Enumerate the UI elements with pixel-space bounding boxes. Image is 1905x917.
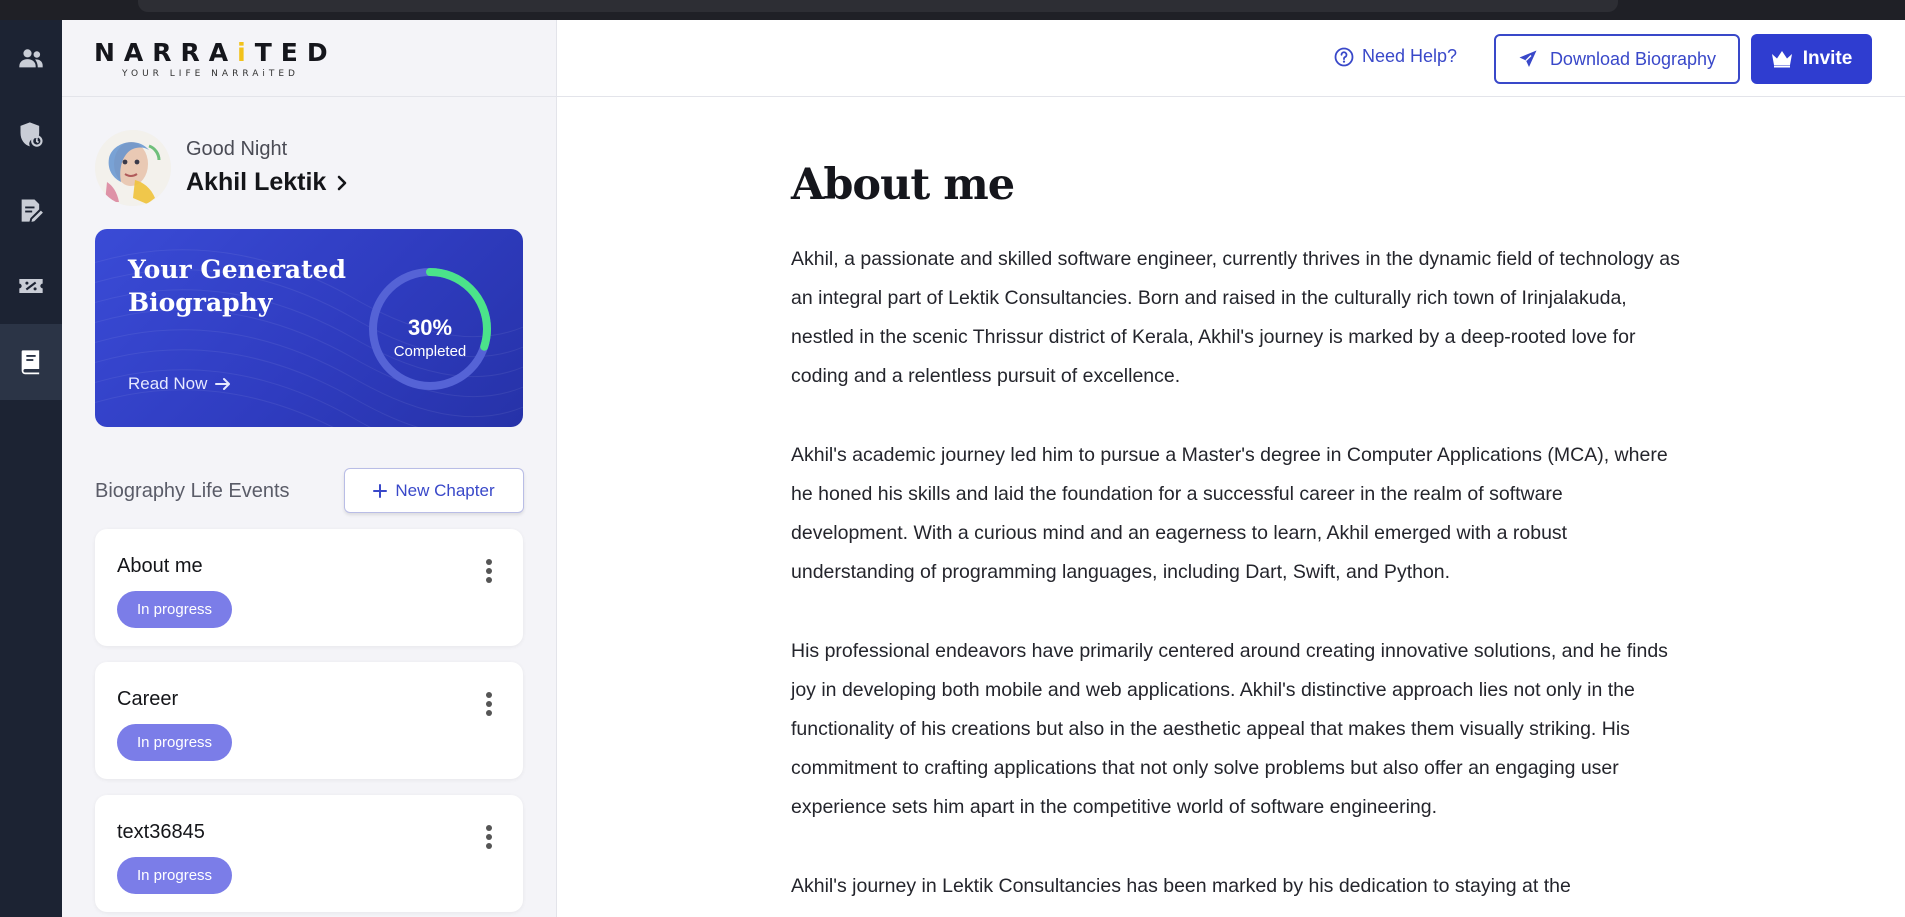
need-help-label: Need Help?	[1362, 46, 1458, 66]
progress-caption: Completed	[393, 343, 467, 360]
read-now-link[interactable]: Read Now	[128, 374, 231, 394]
brand-bar: NARRAiTED YOUR LIFE NARRAiTED	[62, 20, 557, 97]
more-options-icon[interactable]	[485, 692, 493, 718]
logo-text-suffix: TED	[254, 38, 337, 67]
biography-article: About me Akhil, a passionate and skilled…	[791, 160, 1681, 917]
sidebar: NARRAiTED YOUR LIFE NARRAiTED Good Night…	[62, 20, 557, 917]
life-event-title: About me	[117, 555, 203, 577]
logo-text-ai: i	[237, 38, 255, 67]
logo-tagline: YOUR LIFE NARRAiTED	[122, 69, 299, 79]
generated-biography-card[interactable]: Your Generated Biography Read Now 30% Co…	[95, 229, 523, 427]
logo[interactable]: NARRAiTED	[94, 38, 337, 67]
more-options-icon[interactable]	[485, 559, 493, 585]
book-icon	[21, 350, 40, 375]
top-bar: Need Help? Download Biography Invite	[557, 20, 1905, 97]
icon-rail	[0, 20, 62, 917]
arrow-right-icon	[215, 378, 231, 390]
rail-item-security[interactable]	[0, 96, 62, 172]
life-event-card[interactable]: About me In progress	[95, 529, 523, 646]
document-edit-icon	[21, 199, 43, 222]
profile-name-link[interactable]: Akhil Lektik	[186, 168, 348, 197]
article-paragraph: Akhil's journey in Lektik Consultancies …	[791, 875, 1571, 897]
new-chapter-label: New Chapter	[395, 480, 495, 500]
avatar-image	[95, 130, 171, 206]
need-help-link[interactable]: Need Help?	[1334, 46, 1457, 67]
life-event-title: text36845	[117, 821, 205, 843]
article-paragraph: Akhil, a passionate and skilled software…	[791, 248, 1680, 387]
invite-label: Invite	[1802, 48, 1853, 69]
status-badge: In progress	[117, 591, 233, 628]
article-paragraph: Akhil's academic journey led him to purs…	[791, 444, 1668, 583]
rail-item-documents[interactable]	[0, 172, 62, 248]
send-icon	[1519, 50, 1537, 67]
help-circle-icon	[1334, 47, 1354, 66]
chevron-right-icon	[338, 175, 347, 190]
discount-ticket-icon	[19, 279, 43, 293]
people-icon	[19, 49, 43, 68]
greeting-text: Good Night	[186, 138, 288, 160]
download-biography-button[interactable]: Download Biography	[1494, 34, 1740, 84]
status-badge: In progress	[117, 857, 233, 894]
more-options-icon[interactable]	[485, 825, 493, 851]
avatar[interactable]	[95, 130, 171, 206]
life-event-card[interactable]: Career In progress	[95, 662, 523, 779]
download-biography-label: Download Biography	[1549, 48, 1717, 69]
new-chapter-button[interactable]: New Chapter	[344, 468, 524, 513]
read-now-label: Read Now	[128, 374, 208, 393]
life-event-title: Career	[117, 688, 179, 710]
life-events-heading: Biography Life Events	[95, 480, 290, 502]
plus-icon	[373, 483, 388, 498]
progress-percent: 30%	[407, 315, 453, 340]
biography-card-title: Your Generated Biography	[128, 255, 347, 317]
rail-item-biography[interactable]	[0, 324, 62, 400]
browser-address-bar[interactable]	[138, 0, 1618, 12]
life-event-card[interactable]: text36845 In progress	[95, 795, 523, 912]
invite-button[interactable]: Invite	[1751, 34, 1872, 84]
logo-text-prefix: NARRA	[94, 38, 238, 67]
article-title: About me	[791, 160, 1015, 210]
article-paragraph: His professional endeavors have primaril…	[791, 640, 1668, 818]
status-badge: In progress	[117, 724, 233, 761]
rail-item-people[interactable]	[0, 20, 62, 96]
crown-icon	[1771, 51, 1792, 68]
shield-icon	[20, 122, 43, 147]
profile-name: Akhil Lektik	[186, 168, 327, 196]
rail-item-offers[interactable]	[0, 248, 62, 324]
browser-top-strip	[0, 0, 1905, 20]
